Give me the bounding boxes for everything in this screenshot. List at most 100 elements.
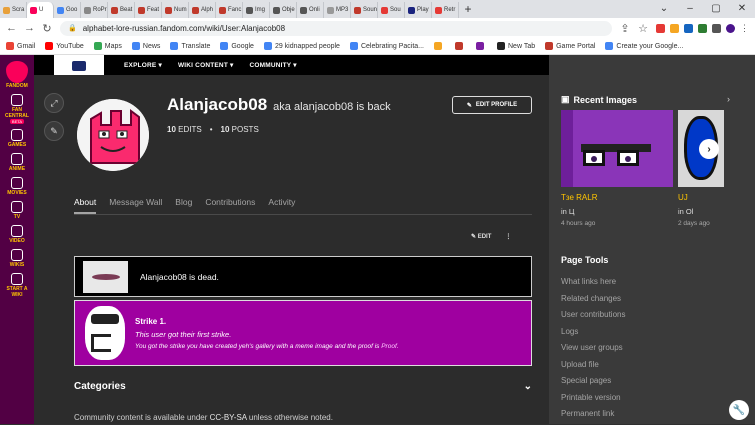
profile-tab[interactable]: Blog (175, 193, 192, 214)
browser-tab[interactable]: Img (243, 2, 270, 18)
chevron-down-icon[interactable]: ⌄ (651, 0, 677, 18)
global-nav-item[interactable]: TV (5, 201, 29, 220)
categories-section[interactable]: Categories ⌄ (74, 377, 532, 395)
maximize-button[interactable]: ▢ (703, 0, 729, 18)
bookmark-item[interactable] (455, 42, 466, 50)
page-tool-link[interactable]: Permanent link (561, 408, 625, 425)
profile-tab[interactable]: Message Wall (109, 193, 162, 214)
forward-icon[interactable]: → (24, 22, 35, 34)
nav-wiki-content[interactable]: WIKI CONTENT ▾ (178, 61, 234, 69)
nav-community[interactable]: COMMUNITY ▾ (249, 61, 296, 69)
bookmark-item[interactable]: Celebrating Pacita... (349, 42, 424, 50)
browser-tab[interactable]: Goo (54, 2, 81, 18)
global-nav-item[interactable]: FAN CENTRAL BETA (5, 94, 29, 124)
bookmark-item[interactable]: 29 kidnapped people (263, 42, 340, 50)
star-icon[interactable]: ☆ (638, 22, 648, 35)
profile-tab[interactable]: Activity (268, 193, 295, 214)
menu-dots-icon[interactable]: ⋮ (740, 23, 749, 33)
profile-tab[interactable]: Contributions (205, 193, 255, 214)
page-tool-link[interactable]: What links here (561, 276, 625, 293)
wrench-icon[interactable]: 🔧 (729, 400, 749, 420)
browser-tab[interactable]: Obje (270, 2, 297, 18)
browser-tab[interactable]: Fanc (216, 2, 243, 18)
extension-icon[interactable] (698, 23, 707, 33)
browser-tab[interactable]: Scra (0, 2, 27, 18)
browser-tab[interactable]: Beat (108, 2, 135, 18)
pencil-icon[interactable]: ✎ (44, 121, 64, 141)
tab-label: Feat (147, 7, 160, 13)
bookmark-item[interactable]: YouTube (45, 42, 84, 50)
browser-tab[interactable]: Retr (432, 2, 459, 18)
page-tool-link[interactable]: Related changes (561, 293, 625, 310)
recent-image-name[interactable]: UJ (678, 193, 688, 202)
url-field[interactable]: 🔒 alphabet-lore-russian.fandom.com/wiki/… (60, 20, 612, 36)
browser-tab[interactable]: Play (405, 2, 432, 18)
chevron-down-icon[interactable]: ⌄ (524, 381, 532, 392)
bookmark-item[interactable]: Translate (170, 42, 210, 50)
global-nav-item[interactable]: START A WIKI (5, 273, 29, 298)
bookmark-item[interactable]: Create your Google... (605, 42, 683, 50)
browser-tab[interactable]: Alph (189, 2, 216, 18)
recent-image-location[interactable]: in Ol (678, 207, 693, 216)
edits-stat[interactable]: 10 EDITS (167, 125, 202, 134)
browser-tab[interactable]: Num (162, 2, 189, 18)
bookmark-item[interactable]: Game Portal (545, 42, 595, 50)
bookmark-item[interactable]: Google (220, 42, 254, 50)
dead-notice-image (83, 260, 128, 293)
profile-avatar[interactable] (726, 23, 735, 33)
reload-icon[interactable]: ↻ (42, 22, 52, 35)
nav-explore[interactable]: EXPLORE ▾ (124, 61, 162, 69)
recent-image-name[interactable]: Тзе RALR (561, 193, 597, 202)
carousel-next-button[interactable]: › (699, 139, 719, 159)
bookmark-item[interactable] (476, 42, 487, 50)
close-button[interactable]: ✕ (729, 0, 755, 18)
extension-icon[interactable] (684, 23, 693, 33)
expand-icon[interactable]: ⤢ (44, 93, 64, 113)
browser-tab[interactable]: Sou (378, 2, 405, 18)
global-nav-item[interactable]: GAMES (5, 129, 29, 148)
extension-icon[interactable] (670, 23, 679, 33)
profile-tab[interactable]: About (74, 193, 97, 214)
global-nav-item[interactable]: ANIME (5, 153, 29, 172)
wiki-logo[interactable] (54, 55, 104, 75)
bookmark-item[interactable]: Maps (93, 42, 122, 50)
nav-icon (10, 153, 23, 165)
browser-tab[interactable]: Onli (297, 2, 324, 18)
global-nav-item[interactable]: MOVIES (5, 177, 29, 196)
share-icon[interactable]: ⇪ (620, 22, 630, 35)
page-tool-link[interactable]: Upload file (561, 359, 625, 376)
chevron-right-icon[interactable]: › (727, 94, 730, 104)
page-tool-link[interactable]: User contributions (561, 309, 625, 326)
browser-tab[interactable]: MP3 (324, 2, 351, 18)
extension-icon[interactable] (656, 23, 665, 33)
edit-button[interactable]: ✎ EDIT (471, 233, 491, 240)
page-tool-link[interactable]: Printable version (561, 392, 625, 409)
bookmark-item[interactable]: News (131, 42, 160, 50)
back-icon[interactable]: ← (6, 22, 17, 34)
recent-image-thumbnail[interactable] (561, 110, 673, 187)
global-nav-item[interactable]: VIDEO (5, 225, 29, 244)
license-link[interactable]: CC-BY-SA (210, 413, 247, 422)
fandom-logo[interactable] (6, 61, 28, 83)
proof-link[interactable]: Proof. (381, 343, 398, 350)
bookmark-item[interactable] (434, 42, 445, 50)
bookmark-item[interactable]: New Tab (497, 42, 535, 50)
minimize-button[interactable]: – (677, 0, 703, 18)
browser-tab[interactable]: Soun (351, 2, 378, 18)
edit-profile-button[interactable]: ✎ EDIT PROFILE (452, 96, 532, 114)
browser-tab[interactable]: RoPr (81, 2, 108, 18)
page-tool-link[interactable]: View user groups (561, 342, 625, 359)
recent-image-location[interactable]: in Ц (561, 207, 574, 216)
browser-tab[interactable]: Feat (135, 2, 162, 18)
nav-icon (10, 249, 23, 261)
global-nav-item[interactable]: WIKIS (5, 249, 29, 268)
page-tool-link[interactable]: Logs (561, 326, 625, 343)
browser-tab[interactable]: U (27, 2, 54, 18)
puzzle-icon[interactable] (712, 23, 721, 33)
new-tab-button[interactable]: + (459, 2, 477, 18)
bookmark-item[interactable]: Gmail (6, 42, 35, 50)
page-tool-link[interactable]: Special pages (561, 375, 625, 392)
posts-stat[interactable]: 10 POSTS (221, 125, 259, 134)
lock-icon[interactable]: 🔒 (68, 24, 77, 32)
more-options-icon[interactable]: ⋮ (505, 233, 511, 240)
